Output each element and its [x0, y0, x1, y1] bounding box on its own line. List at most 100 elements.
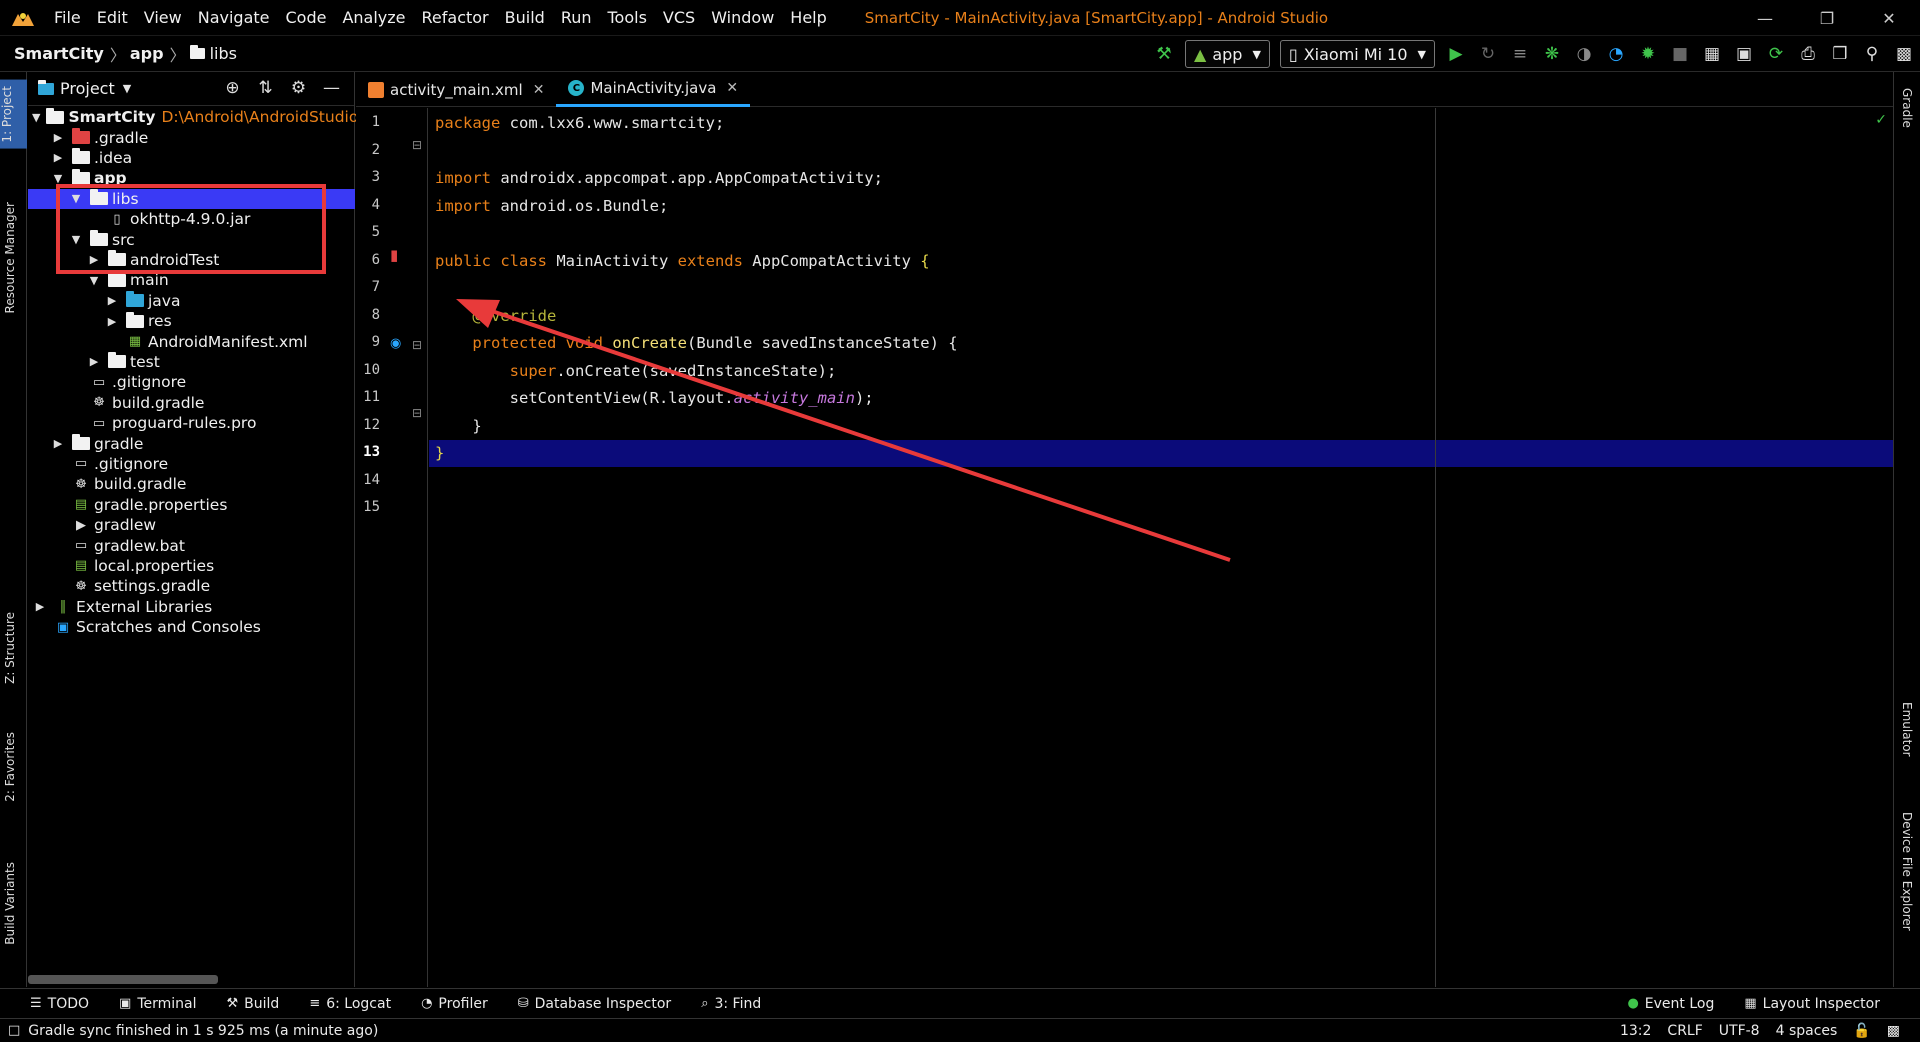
hide-panel-icon[interactable]: — [315, 78, 348, 98]
tree-item[interactable]: ▤ local.properties [28, 556, 355, 576]
collapsed-arrow-icon[interactable]: ▶ [104, 315, 120, 328]
expanded-arrow-icon[interactable]: ▼ [86, 274, 102, 287]
device-file-explorer-tool-button[interactable]: Device File Explorer [1900, 812, 1914, 931]
no-problems-check-icon[interactable]: ✓ [1875, 112, 1887, 128]
bottom-tool-build[interactable]: ⚒ Build [227, 996, 280, 1012]
close-window-button[interactable]: ✕ [1858, 0, 1920, 36]
line-separator[interactable]: CRLF [1667, 1023, 1702, 1039]
line-number[interactable]: 9 [356, 334, 380, 350]
tab-xml[interactable]: activity_main.xml ✕ [356, 72, 556, 107]
line-number[interactable]: 1 [356, 114, 380, 130]
tree-item[interactable]: ▶ .idea [28, 148, 355, 168]
tree-item[interactable]: ☸ build.gradle [28, 393, 355, 413]
menu-view[interactable]: View [136, 8, 190, 27]
tab-java[interactable]: C MainActivity.java ✕ [556, 72, 751, 107]
fold-marker-icon[interactable]: ⊟ [412, 138, 422, 152]
collapsed-arrow-icon[interactable]: ▶ [50, 131, 66, 144]
line-number[interactable]: 15 [356, 499, 380, 515]
attach-debugger-icon[interactable]: ◑ [1568, 39, 1600, 69]
file-encoding[interactable]: UTF-8 [1719, 1023, 1760, 1039]
menu-navigate[interactable]: Navigate [190, 8, 278, 27]
fold-marker-icon[interactable]: ⊟ [412, 338, 422, 352]
project-horizontal-scrollbar[interactable] [28, 975, 218, 984]
avd-manager-icon[interactable]: ▣ [1728, 39, 1760, 69]
sdk-manager-icon[interactable]: ⎙ [1792, 39, 1824, 69]
breadcrumb-project[interactable]: SmartCity [0, 44, 104, 63]
line-number[interactable]: 6 [356, 252, 380, 268]
caret-position[interactable]: 13:2 [1620, 1023, 1651, 1039]
override-marker-icon[interactable]: ◉ [390, 336, 401, 351]
tree-item[interactable]: ▶ .gradle [28, 127, 355, 147]
tree-item[interactable]: ▭ proguard-rules.pro [28, 413, 355, 433]
menu-build[interactable]: Build [497, 8, 553, 27]
gear-icon[interactable]: ⚙ [282, 78, 315, 98]
menu-window[interactable]: Window [703, 8, 782, 27]
line-number[interactable]: 5 [356, 224, 380, 240]
code-line[interactable]: import android.os.Bundle; [435, 193, 668, 220]
menu-code[interactable]: Code [278, 8, 335, 27]
code-line[interactable]: protected void onCreate(Bundle savedInst… [435, 330, 957, 357]
bottom-tool-todo[interactable]: ☰ TODO [30, 996, 89, 1012]
build-variants-tool-button[interactable]: Build Variants [3, 862, 17, 945]
project-view-select[interactable]: Project [60, 79, 115, 98]
tree-item[interactable]: ▤ gradle.properties [28, 495, 355, 515]
profile-icon[interactable]: ◔ [1600, 39, 1632, 69]
tree-item[interactable]: ▭ gradlew.bat [28, 535, 355, 555]
menu-tools[interactable]: Tools [600, 8, 655, 27]
bottom-tool-6-logcat[interactable]: ≡ 6: Logcat [309, 996, 391, 1012]
make-project-hammer-icon[interactable]: ⚒ [1148, 39, 1180, 69]
status-message[interactable]: Gradle sync finished in 1 s 925 ms (a mi… [28, 1023, 378, 1039]
close-tab-icon[interactable]: ✕ [533, 82, 545, 98]
code-editor[interactable]: ✓ package com.lxx6.www.smartcity; import … [429, 108, 1893, 987]
menu-run[interactable]: Run [553, 8, 600, 27]
collapsed-arrow-icon[interactable]: ▶ [104, 294, 120, 307]
bottom-tool-database-inspector[interactable]: ⛁ Database Inspector [518, 996, 671, 1012]
stop-icon[interactable]: ■ [1664, 39, 1696, 69]
minimize-button[interactable]: — [1734, 0, 1796, 36]
tree-item[interactable]: ▶ gradlew [28, 515, 355, 535]
menu-file[interactable]: File [46, 8, 89, 27]
collapsed-arrow-icon[interactable]: ▶ [86, 355, 102, 368]
menu-help[interactable]: Help [782, 8, 834, 27]
tree-item[interactable]: ▭ .gitignore [28, 372, 355, 392]
search-icon[interactable]: ⚲ [1856, 39, 1888, 69]
code-line[interactable]: super.onCreate(savedInstanceState); [435, 358, 837, 385]
bottom-tool-layout-inspector[interactable]: ▦ Layout Inspector [1744, 996, 1880, 1012]
bottom-tool-event-log[interactable]: ● Event Log [1627, 996, 1714, 1012]
menu-analyze[interactable]: Analyze [334, 8, 413, 27]
tree-item[interactable]: ▶ java [28, 291, 355, 311]
breadcrumb-folder[interactable]: libs [189, 44, 237, 63]
line-number[interactable]: 12 [356, 417, 380, 433]
code-line[interactable]: setContentView(R.layout.activity_main); [435, 385, 874, 412]
line-number[interactable]: 4 [356, 197, 380, 213]
gradle-tool-button[interactable]: Gradle [1900, 88, 1914, 128]
restore-button[interactable]: ❐ [1796, 0, 1858, 36]
run-with-coverage-icon[interactable]: ✹ [1632, 39, 1664, 69]
project-tool-button[interactable]: 1: Project [0, 80, 27, 149]
menu-edit[interactable]: Edit [89, 8, 136, 27]
code-line[interactable]: package com.lxx6.www.smartcity; [435, 110, 724, 137]
collapsed-arrow-icon[interactable]: ▶ [32, 600, 48, 613]
run-configuration-select[interactable]: ▲ app ▼ [1185, 40, 1270, 68]
memory-indicator-icon[interactable]: ▩ [1887, 1023, 1900, 1039]
line-number[interactable]: 7 [356, 279, 380, 295]
sync-project-icon[interactable]: ▦ [1696, 39, 1728, 69]
menu-vcs[interactable]: VCS [655, 8, 703, 27]
line-number[interactable]: 8 [356, 307, 380, 323]
emulator-tool-button[interactable]: Emulator [1900, 702, 1914, 757]
collapse-all-icon[interactable]: ⇅ [249, 78, 282, 98]
apply-code-changes-icon[interactable]: ≡ [1504, 39, 1536, 69]
project-structure-icon[interactable]: ❒ [1824, 39, 1856, 69]
layout-file-marker-icon[interactable]: ▮ [390, 246, 398, 264]
code-line[interactable]: public class MainActivity extends AppCom… [435, 248, 930, 275]
collapsed-arrow-icon[interactable]: ▶ [50, 151, 66, 164]
device-select[interactable]: ▯ Xiaomi Mi 10 ▼ [1279, 40, 1435, 68]
line-number[interactable]: 11 [356, 389, 380, 405]
gradle-sync-icon[interactable]: ⟳ [1760, 39, 1792, 69]
tree-item[interactable]: ▭ .gitignore [28, 454, 355, 474]
lock-icon[interactable]: 🔓 [1853, 1023, 1870, 1039]
tree-item[interactable]: ▼ SmartCity D:\Android\AndroidStudio [28, 107, 358, 127]
code-line[interactable]: @Override [435, 303, 556, 330]
collapsed-arrow-icon[interactable]: ▶ [50, 437, 66, 450]
line-number[interactable]: 10 [356, 362, 380, 378]
